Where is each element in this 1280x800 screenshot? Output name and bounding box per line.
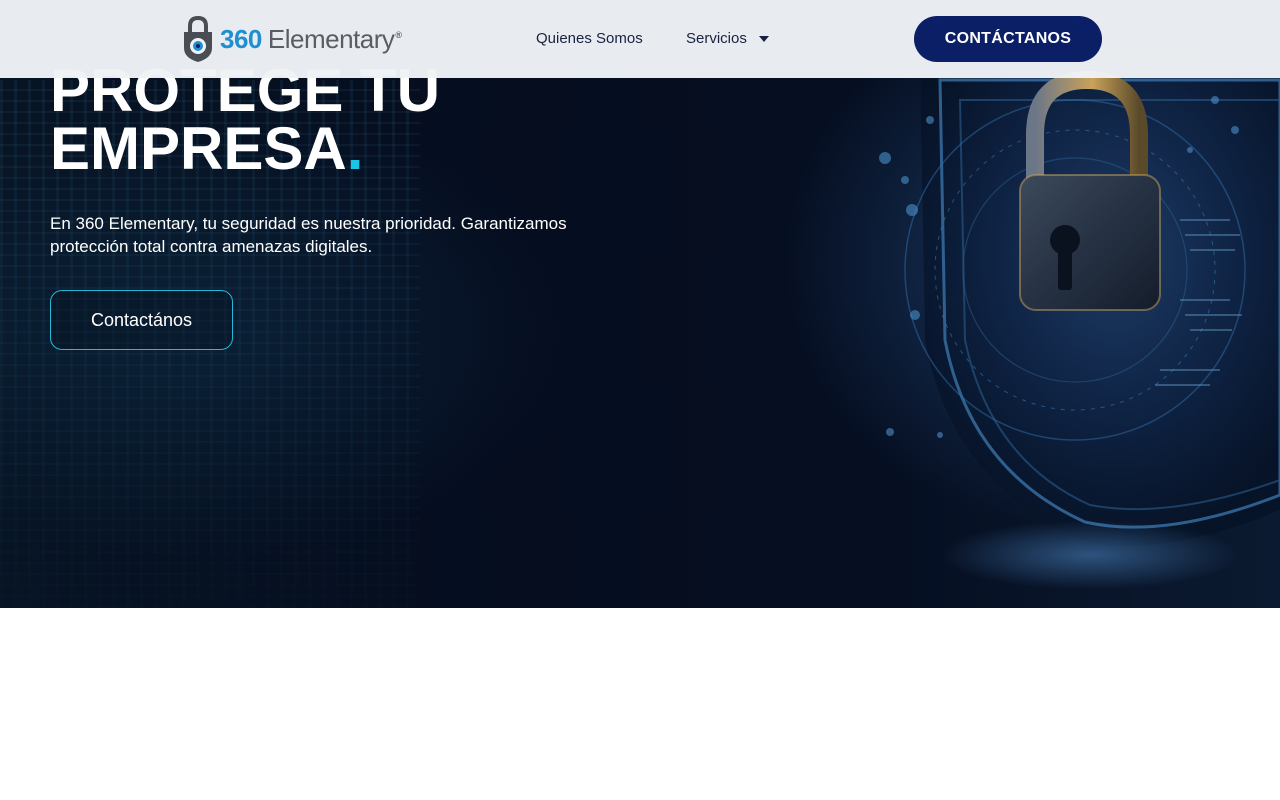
logo-number: 360: [220, 23, 262, 54]
padlock-shield-illustration: [879, 60, 1280, 546]
hero-contact-button[interactable]: Contactános: [50, 290, 233, 350]
logo-wordmark: 360 Elementary ®: [220, 24, 402, 55]
headline-accent-dot: .: [346, 115, 364, 182]
nav-servicios-label: Servicios: [686, 30, 747, 47]
logo-shield-lock-icon: [184, 15, 212, 62]
headline-line-2: EMPRESA: [50, 115, 347, 182]
top-navbar: 360 Elementary ® Quienes Somos Servicios…: [0, 0, 1280, 78]
nav-contact-button[interactable]: CONTÁCTANOS: [914, 16, 1102, 62]
hero-headline: PROTEGE TU EMPRESA.: [50, 61, 610, 179]
logo-word: Elementary: [267, 23, 395, 54]
hero-section: PROTEGE TU EMPRESA. En 360 Elementary, t…: [0, 0, 1280, 608]
nav-link-servicios[interactable]: Servicios: [686, 30, 769, 47]
hero-subtext: En 360 Elementary, tu seguridad es nuest…: [50, 214, 567, 256]
brand-logo[interactable]: 360 Elementary ®: [180, 14, 402, 64]
logo-registered-mark: ®: [395, 29, 402, 40]
nav-link-quienes-somos[interactable]: Quienes Somos: [536, 30, 643, 47]
floor-glow: [940, 520, 1240, 590]
chevron-down-icon: [758, 35, 769, 42]
